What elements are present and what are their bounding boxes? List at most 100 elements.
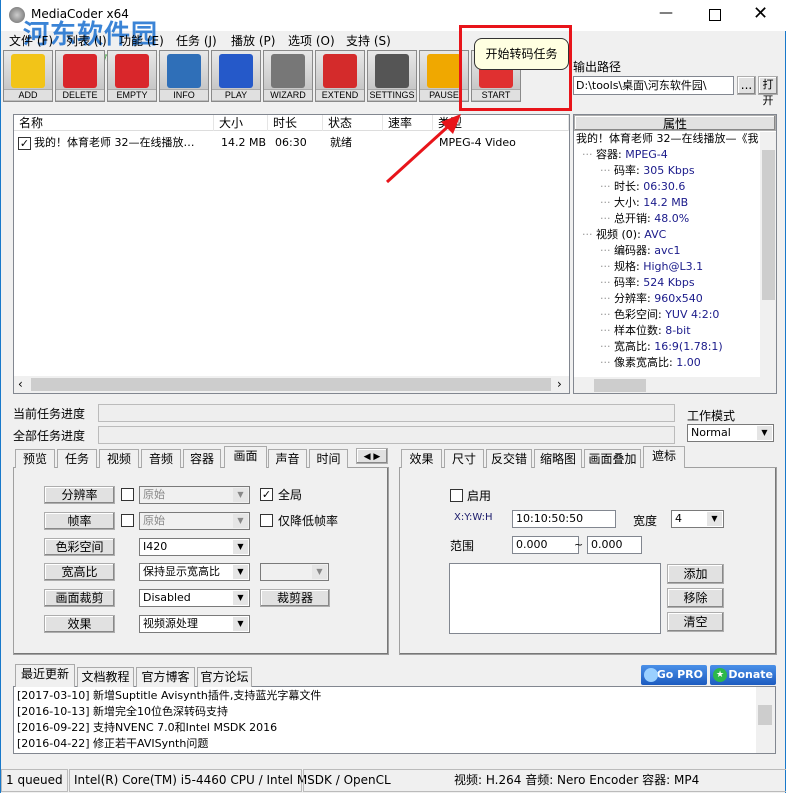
file-list-hscrollbar[interactable]: ‹ › [14,376,569,393]
news-item[interactable]: [2016-09-22] 支持NVENC 7.0和Intel MSDK 2016 [14,720,775,736]
donate-button[interactable]: ★ Donate [710,665,776,685]
global-checkbox[interactable]: ✓ [260,488,273,501]
tab-尺寸[interactable]: 尺寸 [444,449,484,468]
colorspace-button[interactable]: 色彩空间 [44,538,115,556]
effect-button[interactable]: 效果 [44,615,115,633]
tab-遮标[interactable]: 遮标 [643,446,685,468]
tab-最近更新[interactable]: 最近更新 [15,664,75,687]
column-header[interactable]: 时长 [268,115,323,131]
tab-视频[interactable]: 视频 [99,449,139,468]
news-item[interactable]: [2017-03-10] 新增Suptitle Avisynth插件,支持蓝光字… [14,688,775,704]
range-to-input[interactable]: 0.000 [587,536,642,554]
output-path-input[interactable]: D:\tools\桌面\河东软件园\ [573,76,734,95]
add-button[interactable]: ADD [3,50,53,102]
file-list[interactable] [13,114,570,394]
aspect-button[interactable]: 宽高比 [44,563,115,581]
menu-item[interactable]: 播放 (P) [231,32,275,50]
tab-效果[interactable]: 效果 [401,449,442,468]
scroll-right-icon[interactable]: › [557,377,562,391]
play-button[interactable]: PLAY [211,50,261,102]
minimize-button[interactable]: — [656,5,676,21]
properties-panel[interactable]: 属性 我的！体育老师 32—在线播放—《我 ··· 容器: MPEG-4 ··· … [573,114,777,394]
properties-hscrollbar[interactable] [574,377,776,393]
go-pro-button[interactable]: Go PRO [641,665,707,685]
range-from-input[interactable]: 0.000 [512,536,579,554]
clear-button[interactable]: 清空 [667,612,724,632]
extend-button[interactable]: EXTEND [315,50,365,102]
empty-button[interactable]: EMPTY [107,50,157,102]
enable-checkbox[interactable] [450,489,463,502]
status-queue: 1 queued [1,769,68,792]
file-status: 就绪 [330,136,352,149]
menu-item[interactable]: 功能 (E) [119,32,164,50]
tab-预览[interactable]: 预览 [15,449,55,468]
tab-容器[interactable]: 容器 [183,449,221,468]
delete-button[interactable]: DELETE [55,50,105,102]
menu-item[interactable]: 文件 (F) [9,32,53,50]
tab-声音[interactable]: 声音 [268,449,307,468]
settings-button[interactable]: SETTINGS [367,50,417,102]
cropper-button[interactable]: 裁剪器 [260,589,330,607]
scroll-thumb[interactable] [31,378,551,391]
news-item[interactable]: [2016-10-13] 新增完全10位色深转码支持 [14,704,775,720]
tab-反交错[interactable]: 反交错 [486,449,532,468]
properties-vscrollbar[interactable] [760,132,776,377]
tab-缩略图[interactable]: 缩略图 [534,449,582,468]
column-header[interactable]: 名称 [14,115,214,131]
effect-select[interactable]: 视频源处理 ▼ [139,615,250,633]
file-checkbox[interactable]: ✓ [18,137,31,150]
column-header[interactable]: 状态 [323,115,383,131]
resolution-select[interactable]: 原始 ▼ [139,486,250,504]
crop-select[interactable]: Disabled ▼ [139,589,250,607]
resolution-checkbox[interactable] [121,488,134,501]
column-header[interactable]: 大小 [214,115,268,131]
tree-line: ··· [600,260,614,273]
aspect-select[interactable]: 保持显示宽高比 ▼ [139,563,250,581]
menu-item[interactable]: 支持 (S) [346,32,391,50]
delogo-list[interactable] [449,563,661,634]
tab-画面叠加[interactable]: 画面叠加 [584,449,641,468]
tab-文档教程[interactable]: 文档教程 [77,667,134,687]
add-button[interactable]: 添加 [667,564,724,584]
framerate-select[interactable]: 原始 ▼ [139,512,250,530]
scroll-thumb[interactable] [762,150,775,300]
crop-button[interactable]: 画面裁剪 [44,589,115,607]
news-item[interactable]: [2016-04-22] 修正若干AVISynth问题 [14,736,775,752]
work-mode-value: Normal [691,426,731,439]
tab-任务[interactable]: 任务 [57,449,97,468]
colorspace-select[interactable]: I420 ▼ [139,538,250,556]
news-list[interactable]: [2017-03-10] 新增Suptitle Avisynth插件,支持蓝光字… [13,686,776,754]
wizard-button[interactable]: WIZARD [263,50,313,102]
tab-scroll-buttons[interactable]: ◀ ▶ [356,448,388,464]
width-select[interactable]: 4 ▼ [671,510,724,528]
scroll-thumb[interactable] [594,379,646,392]
framerate-checkbox[interactable] [121,514,134,527]
work-mode-select[interactable]: Normal ▼ [687,424,774,442]
extend-icon [323,54,357,88]
maximize-button[interactable] [709,9,721,21]
menu-item[interactable]: 选项 (O) [288,32,335,50]
remove-button[interactable]: 移除 [667,588,724,608]
scroll-thumb[interactable] [758,705,772,725]
scroll-left-icon[interactable]: ‹ [18,377,23,391]
close-button[interactable]: ✕ [753,3,768,24]
open-button[interactable]: 打开 [758,76,778,107]
reduce-only-checkbox[interactable] [260,514,273,527]
browse-button[interactable]: ... [737,76,756,95]
aspect-extra-select[interactable]: ▼ [260,563,329,581]
property-key: 时长: [614,180,644,193]
status-codecs: 视频: H.264 音频: Nero Encoder 容器: MP4 [303,769,786,792]
framerate-button[interactable]: 帧率 [44,512,115,530]
tab-官方博客[interactable]: 官方博客 [136,667,195,687]
tab-音频[interactable]: 音频 [141,449,181,468]
menu-item[interactable]: 任务 (J) [176,32,217,50]
info-button[interactable]: INFO [159,50,209,102]
file-row[interactable]: ✓ 我的！体育老师 32—在线播放… 14.2 MB 06:30 就绪 MPEG… [14,135,569,151]
tab-时间[interactable]: 时间 [309,449,348,468]
xywh-input[interactable]: 10:10:50:50 [512,510,616,528]
news-vscrollbar[interactable] [756,687,775,753]
tab-官方论坛[interactable]: 官方论坛 [197,667,252,687]
resolution-button[interactable]: 分辨率 [44,486,115,504]
tab-画面[interactable]: 画面 [224,446,267,468]
menu-item[interactable]: 列表 (I) [66,32,107,50]
